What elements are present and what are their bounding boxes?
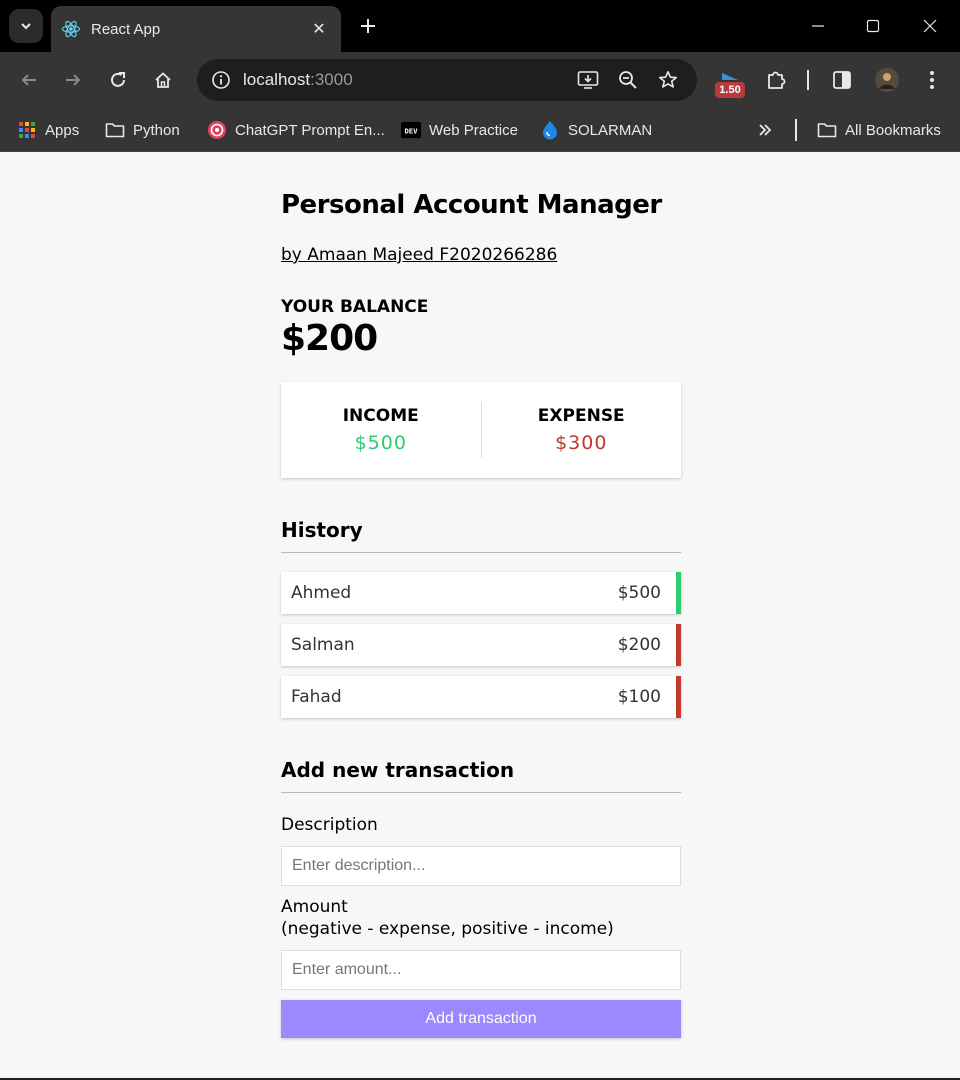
history-heading: History [281,518,681,553]
chevron-double-right-icon [759,124,772,136]
income-label: Income [342,406,419,426]
transaction-amount: $200 [617,635,661,655]
transaction-name: Fahad [291,687,342,707]
browser-toolbar: localhost:3000 [0,52,960,108]
reload-icon [111,72,125,87]
author-link[interactable]: by Amaan Majeed F2020266286 [281,245,557,265]
extensions-puzzle-icon[interactable] [758,62,794,98]
transaction-amount: $100 [617,687,661,707]
zoom-out-icon[interactable] [613,65,643,95]
bookmarks-separator [795,119,797,141]
address-bar[interactable]: localhost:3000 [197,59,697,101]
maximize-button[interactable] [855,10,891,42]
new-tab-button[interactable] [354,12,382,40]
minimize-icon [812,25,824,27]
expense-label: Expense [537,406,625,426]
amount-label-text: Amount [281,897,348,917]
chevron-down-icon [21,23,31,30]
tab-strip: React App ✕ [0,0,960,52]
bookmark-web-practice[interactable]: DEV Web Practice [401,117,518,143]
svg-text:DEV: DEV [404,127,418,136]
transaction-name: Ahmed [291,583,352,603]
add-transaction-heading: Add new transaction [281,758,681,793]
income-column: Income $500 [281,406,481,454]
transaction-amount: $500 [617,583,661,603]
side-panel-icon[interactable] [824,62,860,98]
balance-label: YOUR BALANCE [281,297,429,317]
profile-avatar[interactable] [869,62,905,98]
folder-icon [817,120,837,140]
toolbar-separator [807,70,809,90]
bookmark-python[interactable]: Python [105,117,180,143]
tab-title: React App [91,20,161,38]
browser-tab[interactable]: React App ✕ [51,6,341,52]
arrow-right-icon [66,74,81,86]
url-text[interactable]: localhost:3000 [243,70,353,90]
description-input[interactable] [281,846,681,886]
install-app-icon[interactable] [573,65,603,95]
plus-icon [361,19,375,33]
bookmarks-bar: Apps Python ChatGPT Prompt En... DEV Web… [0,108,960,152]
amount-label: Amount (negative - expense, positive - i… [281,896,614,940]
apps-grid-icon [17,120,37,140]
add-transaction-button[interactable]: Add transaction [281,1000,681,1038]
folder-icon [105,120,125,140]
minimize-button[interactable] [800,10,836,42]
home-button[interactable] [145,62,181,98]
tab-search-button[interactable] [9,9,43,43]
balance-value: $200 [281,318,378,359]
chatgpt-prompt-icon [207,120,227,140]
income-expense-card: Income $500 Expense $300 [281,382,681,478]
expense-value: $300 [555,432,608,454]
maximize-icon [866,19,880,33]
expense-column: Expense $300 [482,406,682,454]
bookmark-solarman[interactable]: SOLARMAN [540,117,652,143]
transaction-name: Salman [291,635,355,655]
back-button[interactable] [11,62,47,98]
forward-button[interactable] [55,62,91,98]
dev-icon: DEV [401,120,421,140]
income-value: $500 [354,432,407,454]
bookmark-apps[interactable]: Apps [17,117,79,143]
close-tab-icon[interactable]: ✕ [309,19,329,39]
transaction-item[interactable]: Ahmed $500 [281,572,681,614]
menu-kebab-icon[interactable] [914,62,950,98]
amount-hint: (negative - expense, positive - income) [281,919,614,939]
description-label: Description [281,815,378,835]
bookmark-star-icon[interactable] [653,65,683,95]
site-info-icon[interactable] [209,68,233,92]
close-window-button[interactable] [912,10,948,42]
page-viewport: Personal Account Manager by Amaan Majeed… [0,152,960,1078]
arrow-left-icon [21,74,36,86]
transaction-item[interactable]: Fahad $100 [281,676,681,718]
extension-badge: 1.50 [715,82,745,98]
bookmark-chatgpt[interactable]: ChatGPT Prompt En... [207,117,385,143]
reload-button[interactable] [100,62,136,98]
more-bookmarks-button[interactable] [757,117,773,143]
all-bookmarks-button[interactable]: All Bookmarks [817,117,941,143]
drop-icon [540,120,560,140]
home-icon [155,72,171,88]
transaction-item[interactable]: Salman $200 [281,624,681,666]
close-icon [923,19,937,33]
amount-input[interactable] [281,950,681,990]
page-title: Personal Account Manager [281,190,662,220]
react-icon [61,19,81,39]
